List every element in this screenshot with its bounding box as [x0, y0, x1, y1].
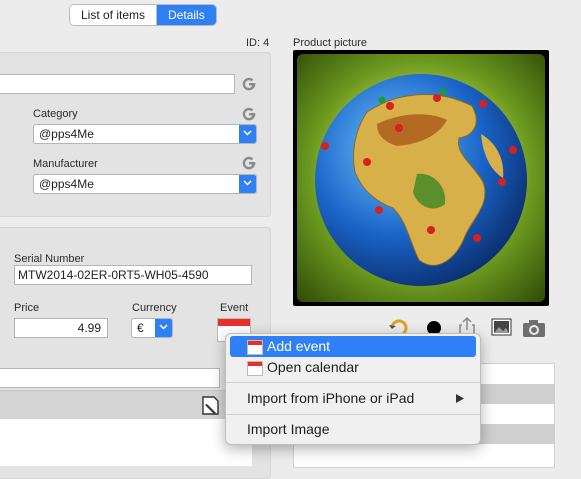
item-id-label: ID: 4: [246, 37, 270, 49]
product-image: [297, 54, 545, 302]
manufacturer-select[interactable]: @pps4Me: [33, 174, 257, 194]
submenu-arrow-icon: [456, 394, 464, 403]
menu-separator: [226, 382, 480, 383]
menu-item-label: Import Image: [247, 421, 330, 437]
manufacturer-value: @pps4Me: [39, 177, 94, 191]
google-icon[interactable]: [241, 76, 257, 92]
menu-item-open-calendar[interactable]: Open calendar: [230, 357, 476, 378]
calendar-icon: [247, 361, 263, 376]
tab-list-of-items[interactable]: List of items: [70, 5, 158, 25]
note-field[interactable]: [0, 368, 220, 388]
menu-item-label: Import from iPhone or iPad: [247, 390, 415, 406]
edit-note-icon[interactable]: [199, 394, 223, 416]
chevron-down-icon[interactable]: [239, 125, 256, 143]
currency-select[interactable]: €: [131, 318, 173, 338]
list-item[interactable]: [294, 444, 554, 464]
price-field[interactable]: 4.99: [14, 318, 108, 338]
category-select[interactable]: @pps4Me: [33, 124, 257, 144]
calendar-icon: [247, 340, 263, 355]
serial-number-field[interactable]: MTW2014-02ER-0RT5-WH05-4590: [14, 265, 252, 285]
item-name-field[interactable]: [0, 74, 235, 94]
category-value: @pps4Me: [39, 127, 94, 141]
tab-details[interactable]: Details: [157, 5, 216, 25]
currency-label: Currency: [132, 302, 177, 314]
camera-icon[interactable]: [521, 318, 547, 338]
globe-image: [315, 74, 527, 286]
chevron-down-icon[interactable]: [239, 175, 256, 193]
menu-item-add-event[interactable]: Add event: [230, 336, 476, 357]
menu-item-label: Open calendar: [267, 359, 359, 375]
manufacturer-label: Manufacturer: [33, 158, 98, 170]
context-menu: Add event Open calendar Import from iPho…: [225, 333, 481, 445]
product-picture-label: Product picture: [293, 37, 367, 49]
image-edit-icon[interactable]: [490, 316, 516, 340]
google-icon[interactable]: [241, 155, 257, 171]
view-segmented-control: List of items Details: [69, 4, 217, 26]
menu-item-import-image[interactable]: Import Image: [230, 419, 476, 440]
event-label: Event: [220, 302, 249, 314]
menu-item-label: Add event: [267, 338, 331, 354]
price-label: Price: [14, 302, 40, 314]
currency-value: €: [137, 321, 144, 335]
menu-item-import-iphone[interactable]: Import from iPhone or iPad: [230, 388, 476, 409]
product-picture[interactable]: [293, 50, 549, 306]
serial-number-label: Serial Number: [14, 253, 85, 265]
google-icon[interactable]: [241, 106, 257, 122]
category-label: Category: [33, 108, 78, 120]
notes-text-area[interactable]: [0, 419, 252, 466]
chevron-down-icon[interactable]: [155, 319, 172, 337]
menu-separator: [226, 414, 480, 415]
